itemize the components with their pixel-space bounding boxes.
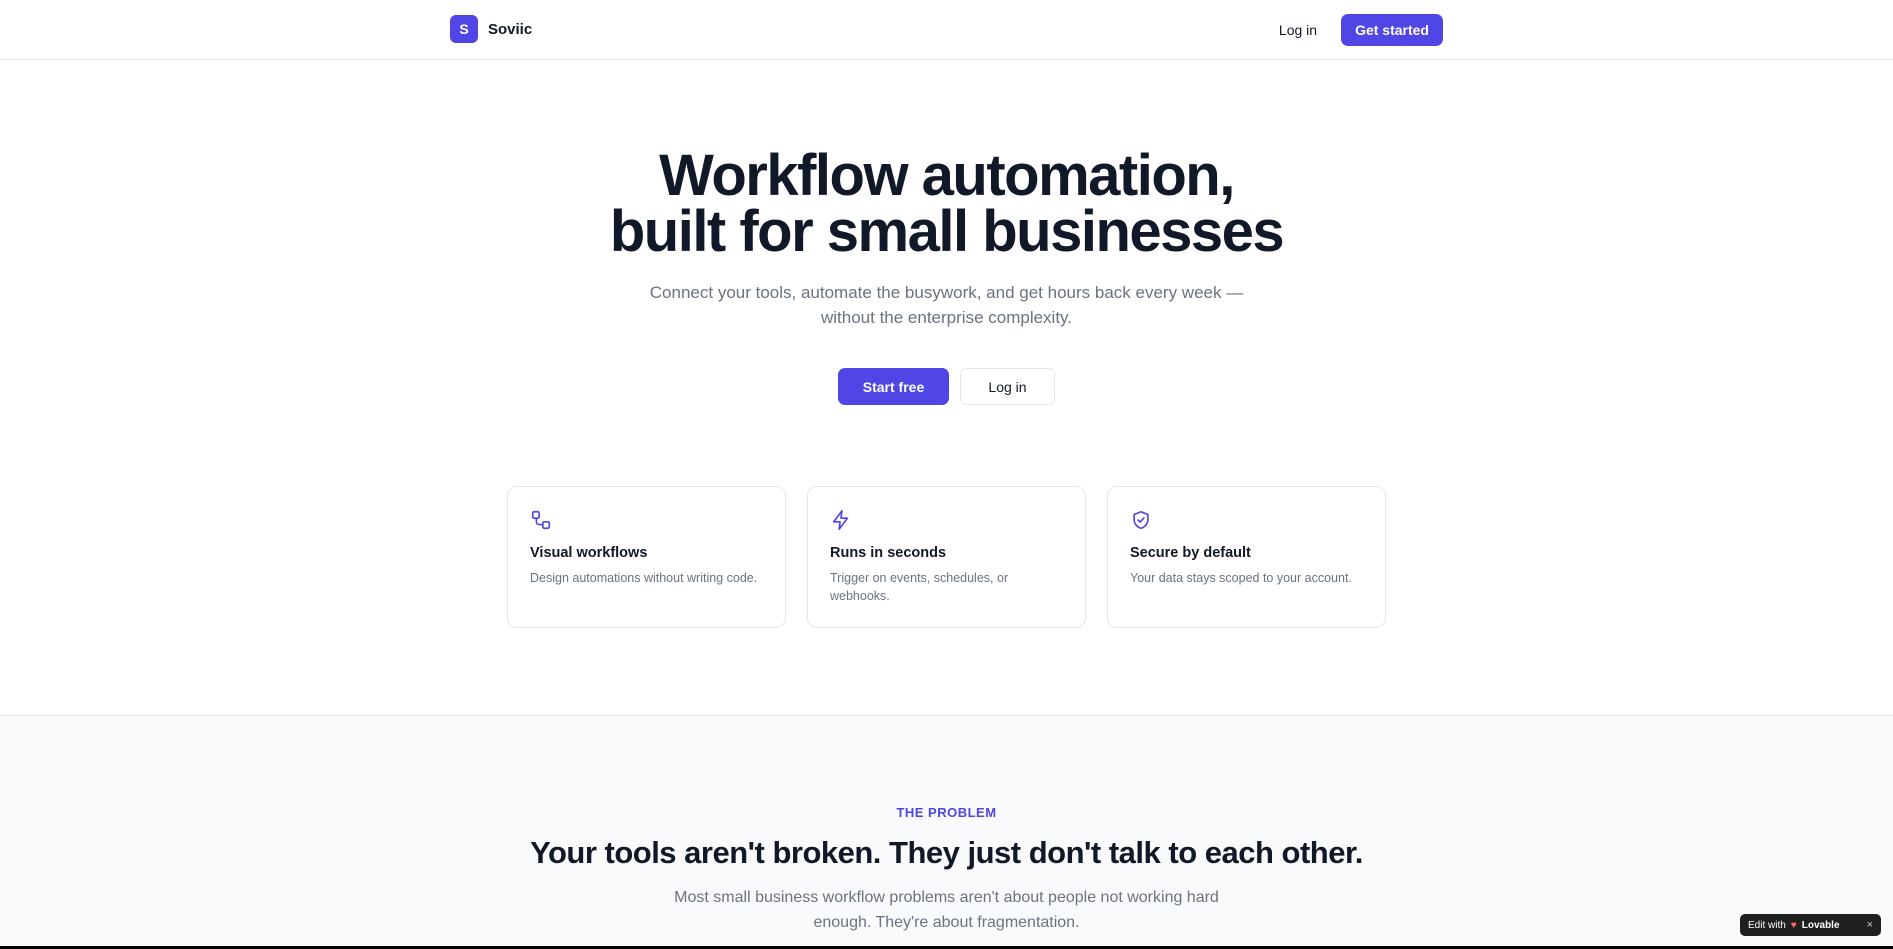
get-started-button[interactable]: Get started (1341, 14, 1443, 46)
feature-description: Trigger on events, schedules, or webhook… (830, 571, 1009, 603)
feature-card-visual-workflows: Visual workflows Design automations with… (507, 486, 786, 628)
brand[interactable]: S Soviic (450, 15, 532, 43)
features-grid: Visual workflows Design automations with… (507, 486, 1386, 628)
feature-card-secure-by-default: Secure by default Your data stays scoped… (1107, 486, 1386, 628)
close-icon[interactable]: × (1867, 919, 1873, 931)
problem-section: THE PROBLEM Your tools aren't broken. Th… (0, 715, 1893, 949)
nav-actions: Log in Get started (1275, 14, 1443, 46)
brand-name: Soviic (488, 20, 533, 38)
problem-subtitle: Most small business workflow problems ar… (674, 889, 1219, 931)
shield-check-icon (1130, 509, 1152, 531)
hero-section: Workflow automation, built for small bus… (0, 147, 1893, 405)
nav-login-button[interactable]: Log in (1275, 14, 1321, 46)
problem-title: Your tools aren't broken. They just don'… (530, 835, 1363, 870)
lovable-heart-icon: ♥ (1790, 919, 1797, 931)
feature-title: Secure by default (1130, 545, 1251, 561)
edit-with-lovable-badge[interactable]: Edit with ♥ Lovable × (1740, 914, 1881, 936)
feature-title: Runs in seconds (830, 545, 947, 561)
feature-card-runs-in-seconds: Runs in seconds Trigger on events, sched… (807, 486, 1086, 628)
badge-brand: Lovable (1801, 919, 1840, 931)
hero-title: Workflow automation, built for small bus… (0, 147, 1893, 261)
hero-login-button[interactable]: Log in (960, 368, 1055, 405)
brand-logo: S (450, 15, 478, 43)
problem-eyebrow: THE PROBLEM (896, 805, 997, 820)
badge-prefix: Edit with (1748, 919, 1786, 931)
hero-title-line-2: built for small businesses (609, 199, 1285, 264)
top-navigation: S Soviic Log in Get started (0, 0, 1893, 60)
lightning-icon (830, 509, 852, 531)
feature-title: Visual workflows (530, 545, 648, 561)
feature-description: Your data stays scoped to your account. (1130, 571, 1352, 585)
workflow-icon (530, 509, 552, 531)
hero-actions: Start free Log in (0, 368, 1893, 405)
start-free-button[interactable]: Start free (838, 368, 949, 405)
feature-description: Design automations without writing code. (530, 571, 758, 585)
hero-subtitle: Connect your tools, automate the busywor… (649, 283, 1244, 327)
